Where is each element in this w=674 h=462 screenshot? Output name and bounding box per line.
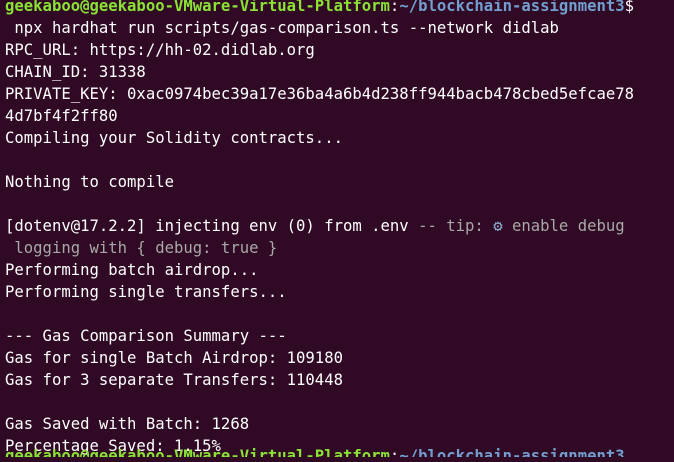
prompt-line: geekaboo@geekaboo-VMware-Virtual-Platfor… [5,0,674,17]
output-gas-separate: Gas for 3 separate Transfers: 110448 [5,371,343,389]
prompt-symbol: $ [624,0,635,15]
output-compiling: Compiling your Solidity contracts... [5,129,343,147]
next-prompt-line: geekaboo@geekaboo-VMware-Virtual-Platfor… [5,445,625,457]
output-rpc-url: RPC_URL: https://hh-02.didlab.org [5,41,315,59]
output-dotenv: [dotenv@17.2.2] injecting env (0) from .… [5,215,674,237]
prompt-path: ~/blockchain-assignment3 [399,0,625,15]
output-nothing-to-compile: Nothing to compile [5,173,174,191]
terminal-window[interactable]: geekaboo@geekaboo-VMware-Virtual-Platfor… [0,0,674,457]
output-gas-batch: Gas for single Batch Airdrop: 109180 [5,349,343,367]
dotenv-tip-tail: enable debug [502,217,625,235]
prompt-colon: : [389,0,400,15]
next-prompt-user-host: geekaboo@geekaboo-VMware-Virtual-Platfor… [5,447,390,457]
output-summary-title: --- Gas Comparison Summary --- [5,327,287,345]
output-single-transfers: Performing single transfers... [5,283,287,301]
output-chain-id: CHAIN_ID: 31338 [5,63,146,81]
dotenv-message: [dotenv@17.2.2] injecting env (0) from .… [5,217,409,235]
command-line: npx hardhat run scripts/gas-comparison.t… [5,19,559,37]
output-gas-saved: Gas Saved with Batch: 1268 [5,415,250,433]
output-dotenv-cont: logging with { debug: true } [5,239,278,257]
output-private-key: PRIVATE_KEY: 0xac0974bec39a17e36ba4a6b4d… [5,85,635,103]
output-private-key-cont: 4d7bf4f2ff80 [5,107,118,125]
prompt-user-host: geekaboo@geekaboo-VMware-Virtual-Platfor… [5,0,390,15]
dotenv-tip: -- tip: [408,217,494,235]
next-prompt-path: ~/blockchain-assignment3 [399,447,625,457]
gear-icon: ⚙ [493,217,503,235]
output-batch-airdrop: Performing batch airdrop... [5,261,259,279]
next-prompt-colon: : [389,447,400,457]
